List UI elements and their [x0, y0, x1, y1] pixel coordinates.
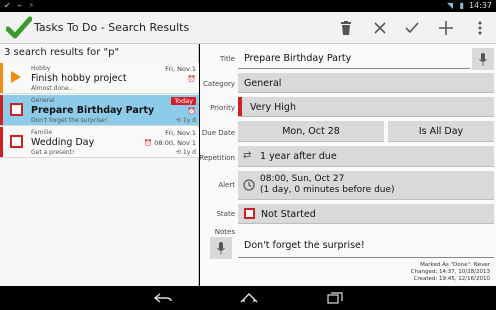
task-category: Familie [31, 129, 53, 136]
wifi-battery-icons: ◥ ▮ [446, 1, 466, 10]
task-recurrence: 1y d [182, 117, 196, 124]
checkmark-icon [405, 22, 419, 34]
category-stripe [0, 95, 3, 125]
state-checkbox[interactable] [244, 208, 255, 219]
task-title: Prepare Birthday Party [31, 105, 155, 116]
priority-dropdown[interactable]: Very High [238, 97, 494, 117]
microphone-icon [217, 241, 225, 254]
task-date: Fri, Nov 1 [165, 65, 196, 73]
list-item[interactable]: Familie Wedding Day Get a present! Fri, … [0, 127, 199, 158]
repeat-info: ⟲ 1y d [175, 117, 196, 124]
search-results-pane: 3 search results for "p" Hobby Finish ho… [0, 44, 199, 286]
page-title: Tasks To Do - Search Results [34, 21, 190, 34]
due-date-label: Due Date [201, 129, 235, 137]
priority-color-bar [238, 97, 242, 116]
task-date: Fri, Nov 1 [165, 129, 196, 137]
more-vert-icon [478, 21, 482, 35]
task-detail-pane: Title Prepare Birthday Party Category Ge… [199, 44, 496, 286]
home-icon [240, 293, 258, 303]
close-icon [374, 22, 386, 34]
in-progress-icon[interactable] [11, 71, 21, 83]
save-button[interactable] [398, 14, 426, 42]
add-task-button[interactable] [432, 14, 460, 42]
state-dropdown[interactable]: Not Started [238, 204, 494, 224]
alert-label: Alert [218, 181, 235, 189]
repeat-icon: ⇄ [243, 150, 252, 161]
recent-apps-button[interactable] [324, 291, 346, 305]
category-value: General [244, 78, 282, 89]
title-voice-button[interactable] [472, 48, 494, 70]
list-item-selected[interactable]: General Prepare Birthday Party Don't for… [0, 95, 199, 126]
status-bar: ✔ ⌁ ⚡ ◥ ▮ 14:37 [0, 0, 496, 12]
microphone-icon [479, 52, 487, 65]
results-header: 3 search results for "p" [4, 47, 120, 58]
task-due: ⏰ 08:00, Nov 1 [144, 139, 196, 147]
list-item[interactable]: Hobby Finish hobby project Almost done..… [0, 63, 199, 94]
trash-icon [341, 21, 351, 35]
notes-value: Don't forget the surprise! [244, 240, 365, 251]
alert-offset: (1 day, 0 minutes before due) [260, 185, 395, 195]
delete-button[interactable] [332, 14, 360, 42]
status-time: 14:37 [468, 1, 492, 10]
all-day-value: Is All Day [418, 126, 464, 137]
plus-icon [439, 21, 453, 35]
notes-voice-button[interactable] [210, 237, 232, 259]
task-checkbox[interactable] [10, 135, 23, 148]
all-day-button[interactable]: Is All Day [388, 121, 494, 142]
repetition-value: 1 year after due [260, 151, 337, 162]
due-date-picker[interactable]: Mon, Oct 28 [238, 121, 384, 142]
clock-icon [243, 179, 255, 191]
category-dropdown[interactable]: General [238, 73, 494, 93]
changed-info: Changed: 14:37, 10/28/2013 [410, 269, 490, 275]
title-value: Prepare Birthday Party [244, 53, 352, 64]
priority-label: Priority [210, 104, 235, 112]
state-value: Not Started [261, 209, 316, 220]
created-info: Created: 19:45, 12/16/2010 [413, 276, 490, 282]
back-icon [154, 293, 172, 303]
category-label: Category [203, 80, 235, 88]
priority-value: Very High [250, 102, 296, 113]
notes-field[interactable]: Don't forget the surprise! [238, 232, 494, 258]
home-button[interactable] [238, 291, 260, 305]
alert-picker[interactable]: 08:00, Sun, Oct 27 (1 day, 0 minutes bef… [238, 171, 494, 200]
task-note: Get a present! [31, 149, 75, 156]
repetition-dropdown[interactable]: ⇄ 1 year after due [238, 146, 494, 167]
back-button[interactable] [152, 291, 174, 305]
today-badge: Today [171, 97, 196, 105]
app-logo-icon[interactable] [6, 16, 32, 40]
cancel-button[interactable] [366, 14, 394, 42]
alarm-icon: ⏰ [187, 107, 196, 115]
task-checkbox[interactable] [10, 103, 23, 116]
task-category: General [31, 97, 55, 104]
overflow-menu-button[interactable] [466, 14, 494, 42]
repetition-label: Repetition [199, 154, 235, 162]
task-title: Wedding Day [31, 137, 95, 148]
alert-time: 08:00, Sun, Oct 27 [260, 174, 345, 184]
navigation-bar [0, 286, 496, 310]
due-date-value: Mon, Oct 28 [282, 126, 340, 137]
marked-as-info: Marked As "Done": Never [420, 262, 490, 268]
task-note: Almost done... [31, 85, 75, 92]
recent-apps-icon [327, 292, 343, 304]
task-due-time: 08:00, Nov 1 [154, 139, 196, 147]
task-note: Don't forget the surprise! [31, 117, 108, 124]
state-label: State [216, 210, 235, 218]
category-stripe [0, 63, 3, 93]
notification-icons: ✔ ⌁ ⚡ [4, 1, 37, 10]
title-label: Title [219, 55, 235, 63]
alarm-icon: ⏰ [187, 75, 196, 83]
notes-label: Notes [214, 228, 235, 236]
category-stripe [0, 127, 3, 157]
task-title: Finish hobby project [31, 73, 127, 84]
task-category: Hobby [31, 65, 51, 72]
title-field[interactable]: Prepare Birthday Party [238, 48, 470, 69]
action-bar: Tasks To Do - Search Results [0, 12, 496, 44]
